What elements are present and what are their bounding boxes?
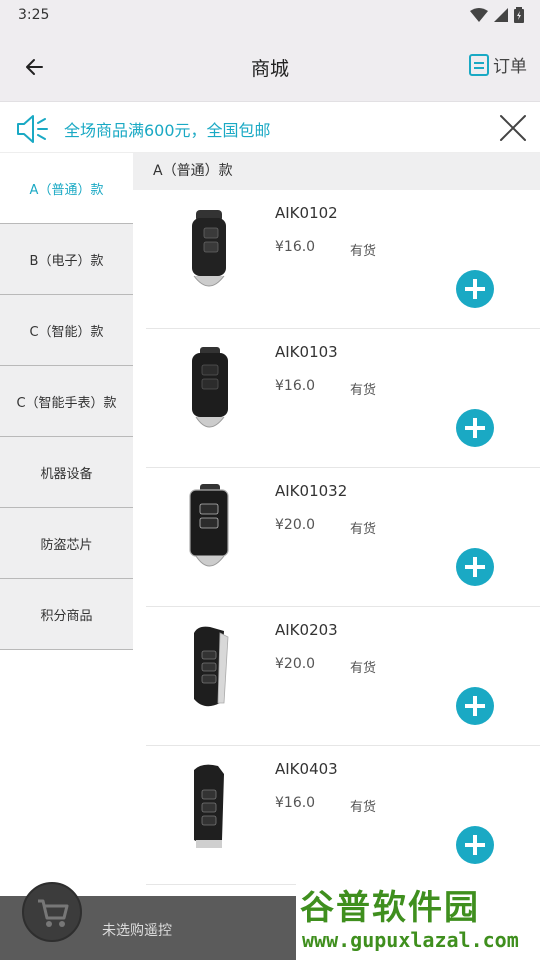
watermark-url: www.gupuxlazal.com: [302, 928, 519, 952]
battery-icon: [514, 7, 524, 23]
product-code: AIK0102: [275, 204, 338, 222]
wifi-icon: [470, 8, 488, 22]
order-icon: [469, 53, 489, 76]
close-icon[interactable]: [498, 113, 528, 143]
category-label: 积分商品: [40, 608, 93, 624]
watermark-title: 谷普软件园: [300, 888, 480, 928]
product-code: AIK0103: [275, 343, 338, 361]
cart-status-text: 未选购遥控: [102, 923, 172, 939]
category-label: B（电子）款: [29, 253, 104, 269]
product-image: [189, 484, 229, 567]
category-c-smart[interactable]: C（智能）款: [0, 295, 133, 366]
product-price: ¥20.0: [275, 656, 316, 672]
category-machines[interactable]: 机器设备: [0, 437, 133, 508]
product-item[interactable]: AIK0102 ¥16.0 有货: [146, 190, 540, 329]
category-label: 防盗芯片: [40, 537, 93, 553]
category-c-smartwatch[interactable]: C（智能手表）款: [0, 366, 133, 437]
product-code: AIK0403: [275, 760, 338, 778]
signal-icon: [494, 8, 508, 22]
category-a-normal[interactable]: A（普通）款: [0, 153, 133, 224]
app-bar: 商城 订单: [0, 32, 540, 102]
notice-text: 全场商品满600元，全国包邮: [64, 121, 271, 140]
product-item[interactable]: AIK01032 ¥20.0 有货: [146, 468, 540, 607]
page-title: 商城: [250, 58, 289, 80]
category-label: C（智能手表）款: [16, 395, 117, 411]
product-item[interactable]: AIK0403 ¥16.0 有货: [146, 746, 540, 885]
product-stock: 有货: [350, 244, 377, 259]
cart-icon: [38, 899, 69, 927]
product-image: [192, 210, 226, 287]
category-chips[interactable]: 防盗芯片: [0, 508, 133, 579]
product-price: ¥16.0: [275, 378, 316, 394]
category-label: 机器设备: [40, 466, 93, 482]
product-item[interactable]: AIK0203 ¥20.0 有货: [146, 607, 540, 746]
category-sidebar: A（普通）款 B（电子）款 C（智能）款 C（智能手表）款 机器设备 防盗芯片 …: [0, 153, 133, 650]
add-icon[interactable]: [456, 826, 494, 864]
product-stock: 有货: [350, 661, 377, 676]
product-list-panel: A（普通）款 AIK0102 ¥16.0 有货 AIK0103 ¥16.0 有货: [133, 153, 540, 896]
add-icon[interactable]: [456, 687, 494, 725]
product-price: ¥16.0: [275, 239, 316, 255]
product-image: [194, 626, 229, 707]
status-icons: [470, 7, 524, 23]
status-time: 3:25: [18, 7, 50, 23]
status-bar: 3:25: [0, 0, 540, 32]
product-price: ¥20.0: [275, 517, 316, 533]
orders-button[interactable]: 订单: [468, 52, 527, 77]
category-label: C（智能）款: [29, 324, 104, 340]
cart-button[interactable]: [22, 882, 82, 942]
product-image: [194, 764, 224, 848]
product-code: AIK0203: [275, 621, 338, 639]
product-item[interactable]: AIK0103 ¥16.0 有货: [146, 329, 540, 468]
category-b-electronic[interactable]: B（电子）款: [0, 224, 133, 295]
notice-bar: 全场商品满600元，全国包邮: [0, 103, 540, 153]
add-icon[interactable]: [456, 270, 494, 308]
add-icon[interactable]: [456, 548, 494, 586]
add-icon[interactable]: [456, 409, 494, 447]
speaker-icon: [17, 115, 48, 143]
product-stock: 有货: [350, 800, 377, 815]
orders-label: 订单: [493, 57, 527, 77]
category-points[interactable]: 积分商品: [0, 579, 133, 650]
product-code: AIK01032: [275, 482, 348, 500]
product-price: ¥16.0: [275, 795, 316, 811]
site-watermark: 谷普软件园 www.gupuxlazal.com: [296, 874, 540, 960]
section-header: A（普通）款: [133, 153, 540, 190]
product-stock: 有货: [350, 383, 377, 398]
product-image: [192, 347, 228, 428]
category-label: A（普通）款: [29, 182, 104, 198]
product-stock: 有货: [350, 522, 377, 537]
